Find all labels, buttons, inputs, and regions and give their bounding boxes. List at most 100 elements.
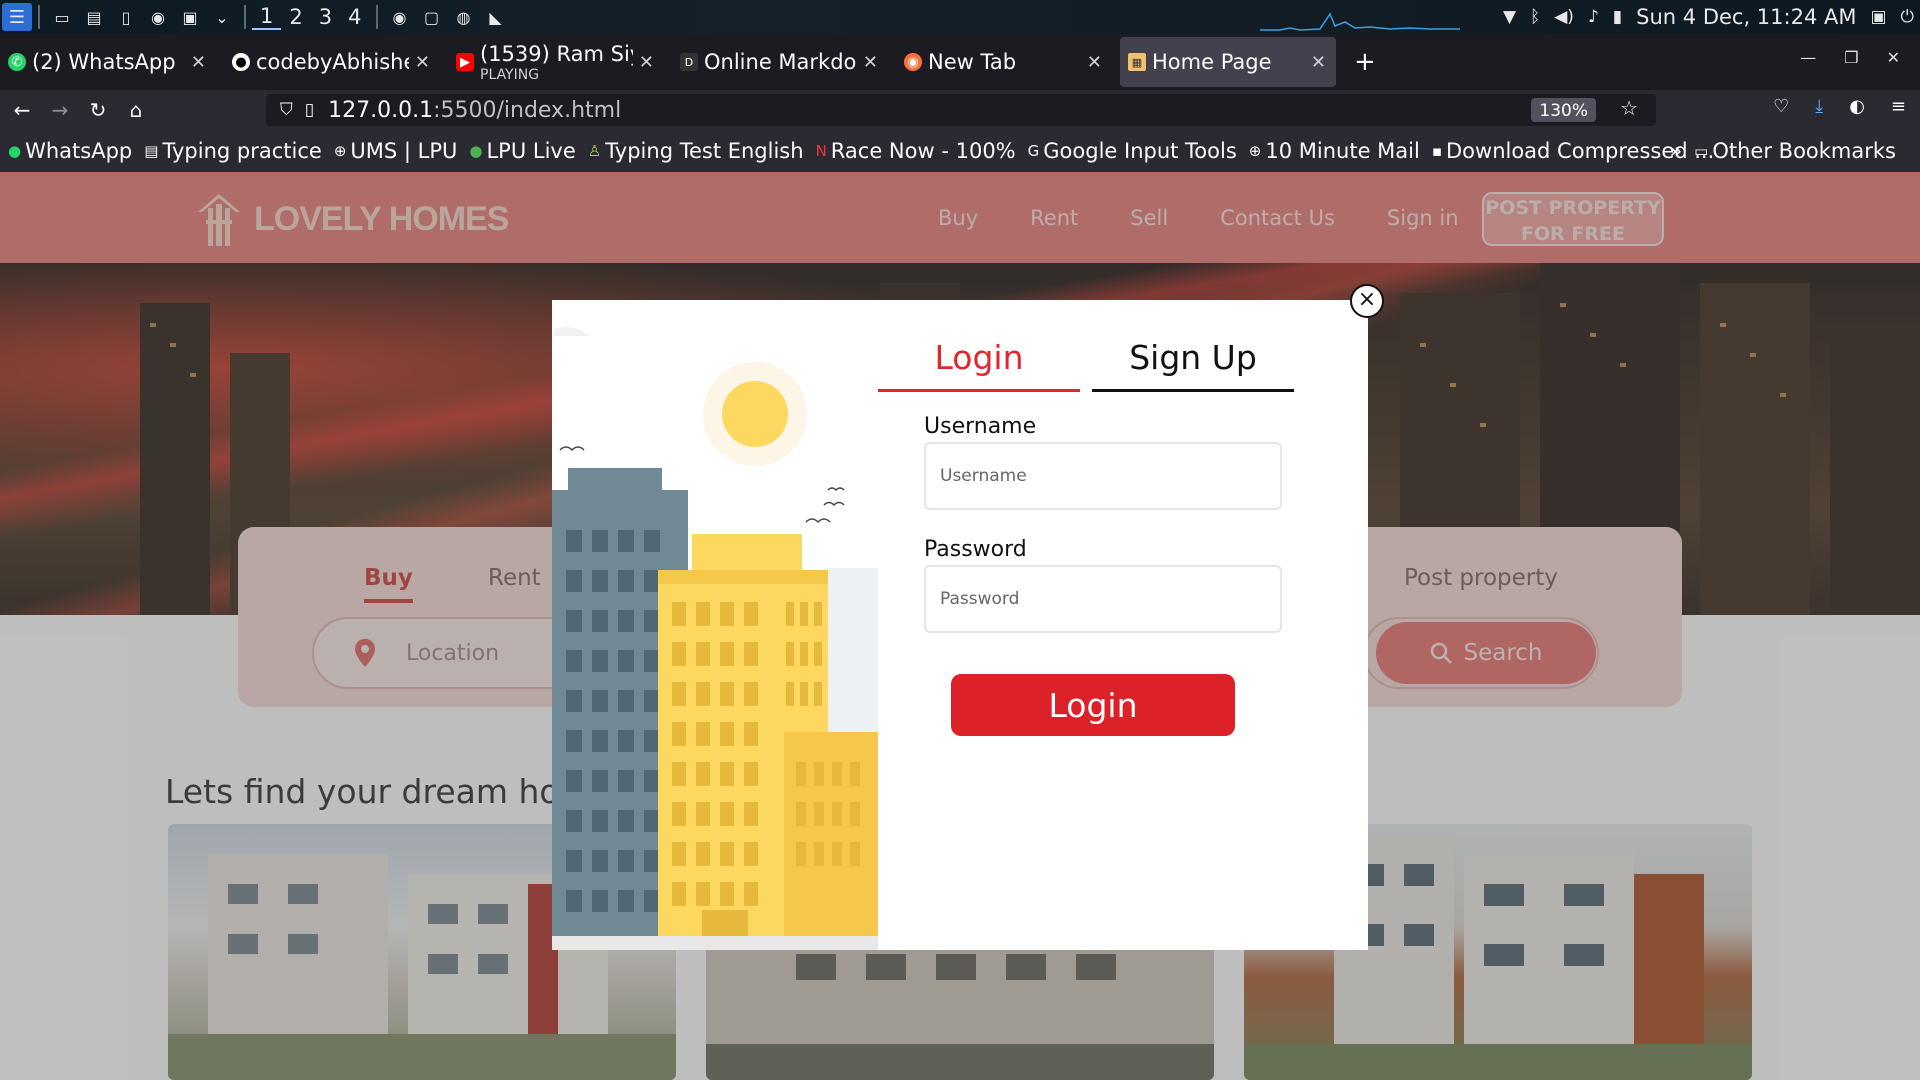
chevron-down-icon[interactable]: ⌄: [210, 6, 234, 28]
volume-icon[interactable]: ◀): [1554, 7, 1574, 27]
show-desktop-icon[interactable]: ▭: [50, 6, 74, 28]
username-label: Username: [924, 414, 1037, 439]
google-icon: G: [1027, 142, 1040, 160]
tab-sign-up[interactable]: Sign Up: [1092, 336, 1294, 392]
bookmark-label: WhatsApp: [25, 139, 133, 163]
username-input[interactable]: [924, 442, 1282, 510]
bookmark-10-minute-mail[interactable]: ⊕ 10 Minute Mail: [1249, 139, 1420, 163]
bookmark-race-now[interactable]: N Race Now - 100%: [816, 139, 1016, 163]
power-icon[interactable]: ⏻: [1901, 7, 1914, 27]
firefox-task-icon[interactable]: ◉: [388, 6, 412, 28]
bookmark-typing-test[interactable]: ♙ Typing Test English: [588, 139, 804, 163]
url-bar[interactable]: ⛉ ▯ 127.0.0.1:5500/index.html ▤ 130% ☆: [266, 94, 1656, 126]
back-arrow-icon[interactable]: ←: [6, 98, 38, 122]
bookmark-lpu-live[interactable]: ● LPU Live: [469, 139, 575, 163]
bookmark-label: UMS | LPU: [350, 139, 458, 163]
close-icon[interactable]: ✕: [639, 52, 654, 73]
whatsapp-icon: ●: [8, 142, 22, 160]
bookmark-whatsapp[interactable]: ● WhatsApp: [8, 139, 132, 163]
close-icon[interactable]: ✕: [863, 52, 878, 73]
workspace-3[interactable]: 3: [311, 5, 340, 29]
home-icon[interactable]: ⌂: [120, 98, 152, 122]
tab-title: (1539) Ram Siya R: [480, 42, 633, 66]
page-info-icon[interactable]: ▯: [305, 100, 314, 120]
download-icon[interactable]: ⤓: [1815, 96, 1823, 117]
battery-icon[interactable]: ▮: [1613, 7, 1622, 27]
typing-icon: ♙: [587, 142, 602, 160]
discord-task-icon[interactable]: ◍: [452, 6, 476, 28]
file-manager-icon[interactable]: ▤: [82, 6, 106, 28]
tab-login[interactable]: Login: [878, 336, 1080, 392]
tab-youtube[interactable]: ▶ (1539) Ram Siya R PLAYING ✕: [448, 37, 664, 87]
close-icon[interactable]: ✕: [1311, 52, 1326, 73]
window-task-icon[interactable]: ▢: [420, 6, 444, 28]
menu-icon[interactable]: ≡: [1891, 96, 1906, 117]
markdown-icon: D: [680, 53, 698, 71]
new-tab-button[interactable]: +: [1354, 47, 1376, 77]
globe-icon: ⊕: [333, 142, 347, 160]
tab-new-tab[interactable]: ◉ New Tab ✕: [896, 37, 1112, 87]
tab-markdown[interactable]: D Online Markdown ✕: [672, 37, 888, 87]
forward-arrow-icon[interactable]: →: [44, 98, 76, 122]
modal-close-icon[interactable]: ×: [1350, 284, 1384, 318]
bookmark-label: Google Input Tools: [1043, 139, 1237, 163]
clock[interactable]: Sun 4 Dec, 11:24 AM: [1636, 5, 1856, 29]
firefox-launcher-icon[interactable]: ◉: [146, 6, 170, 28]
whatsapp-icon: ✆: [8, 53, 26, 71]
zoom-level[interactable]: 130%: [1531, 98, 1596, 122]
bookmark-google-input[interactable]: G Google Input Tools: [1028, 139, 1237, 163]
tab-title: Home Page: [1152, 50, 1272, 74]
bookmark-label: 10 Minute Mail: [1265, 139, 1420, 163]
close-icon[interactable]: ✕: [415, 52, 430, 73]
tab-title: (2) WhatsApp: [32, 50, 176, 74]
file-icon: ▪: [1431, 142, 1442, 160]
panel-separator: [38, 5, 40, 29]
wifi-icon[interactable]: ▼: [1503, 7, 1516, 27]
other-bookmarks-label: Other Bookmarks: [1712, 139, 1896, 163]
workspace-1[interactable]: 1: [252, 4, 282, 30]
bookmark-ums-lpu[interactable]: ⊕ UMS | LPU: [334, 139, 458, 163]
document-icon[interactable]: ▯: [114, 6, 138, 28]
race-icon: N: [815, 142, 827, 160]
url-path: :5500/index.html: [433, 97, 622, 123]
tab-home-page[interactable]: ▦ Home Page ✕: [1120, 37, 1336, 87]
bookmark-label: Typing practice: [162, 139, 322, 163]
tab-title: New Tab: [928, 50, 1017, 74]
vscode-task-icon[interactable]: ◣: [484, 6, 508, 28]
city-illustration: [552, 300, 878, 950]
notification-bell-icon[interactable]: ♪: [1588, 7, 1599, 27]
other-bookmarks[interactable]: ▭ Other Bookmarks: [1694, 139, 1896, 163]
window-close-icon[interactable]: ✕: [1887, 48, 1900, 67]
folder-icon: ▭: [1694, 142, 1709, 160]
shield-icon[interactable]: ⛉: [280, 100, 293, 120]
terminal-icon[interactable]: ▣: [178, 6, 202, 28]
password-label: Password: [924, 537, 1027, 562]
more-bookmarks-icon[interactable]: »: [1669, 139, 1682, 163]
restore-icon[interactable]: ❐: [1844, 48, 1858, 67]
reload-icon[interactable]: ↻: [82, 98, 114, 122]
pocket-icon[interactable]: ♡: [1773, 96, 1789, 117]
workspace-4[interactable]: 4: [340, 5, 369, 29]
bookmark-star-icon[interactable]: ☆: [1620, 96, 1638, 120]
app-launcher-icon[interactable]: ☰: [2, 3, 32, 31]
os-top-panel: ☰ ▭ ▤ ▯ ◉ ▣ ⌄ 1 2 3 4 ◉ ▢ ◍ ◣ ▼ ᛒ ◀) ♪ ▮…: [0, 0, 1920, 34]
url-text: 127.0.0.1:5500/index.html: [328, 98, 621, 123]
bluetooth-icon[interactable]: ᛒ: [1530, 7, 1540, 27]
close-icon[interactable]: ✕: [1087, 52, 1102, 73]
tab-title: codebyAbhishekB: [256, 50, 409, 74]
panel-separator: [375, 5, 378, 29]
login-submit-button[interactable]: Login: [951, 674, 1235, 736]
bookmark-typing-practice[interactable]: ▤ Typing practice: [144, 139, 322, 163]
close-icon[interactable]: ✕: [191, 52, 206, 73]
lock-icon[interactable]: ▣: [1870, 7, 1886, 27]
account-icon[interactable]: ◐: [1849, 96, 1865, 117]
minimize-icon[interactable]: —: [1800, 48, 1816, 67]
workspace-2[interactable]: 2: [281, 5, 310, 29]
tab-title: Online Markdown: [704, 50, 857, 74]
network-graph: [1260, 12, 1460, 31]
tab-whatsapp[interactable]: ✆ (2) WhatsApp ✕: [0, 37, 216, 87]
tab-github[interactable]: ● codebyAbhishekB ✕: [224, 37, 440, 87]
lpu-icon: ●: [469, 142, 483, 160]
password-input[interactable]: [924, 565, 1282, 633]
bookmark-label: Race Now - 100%: [830, 139, 1016, 163]
